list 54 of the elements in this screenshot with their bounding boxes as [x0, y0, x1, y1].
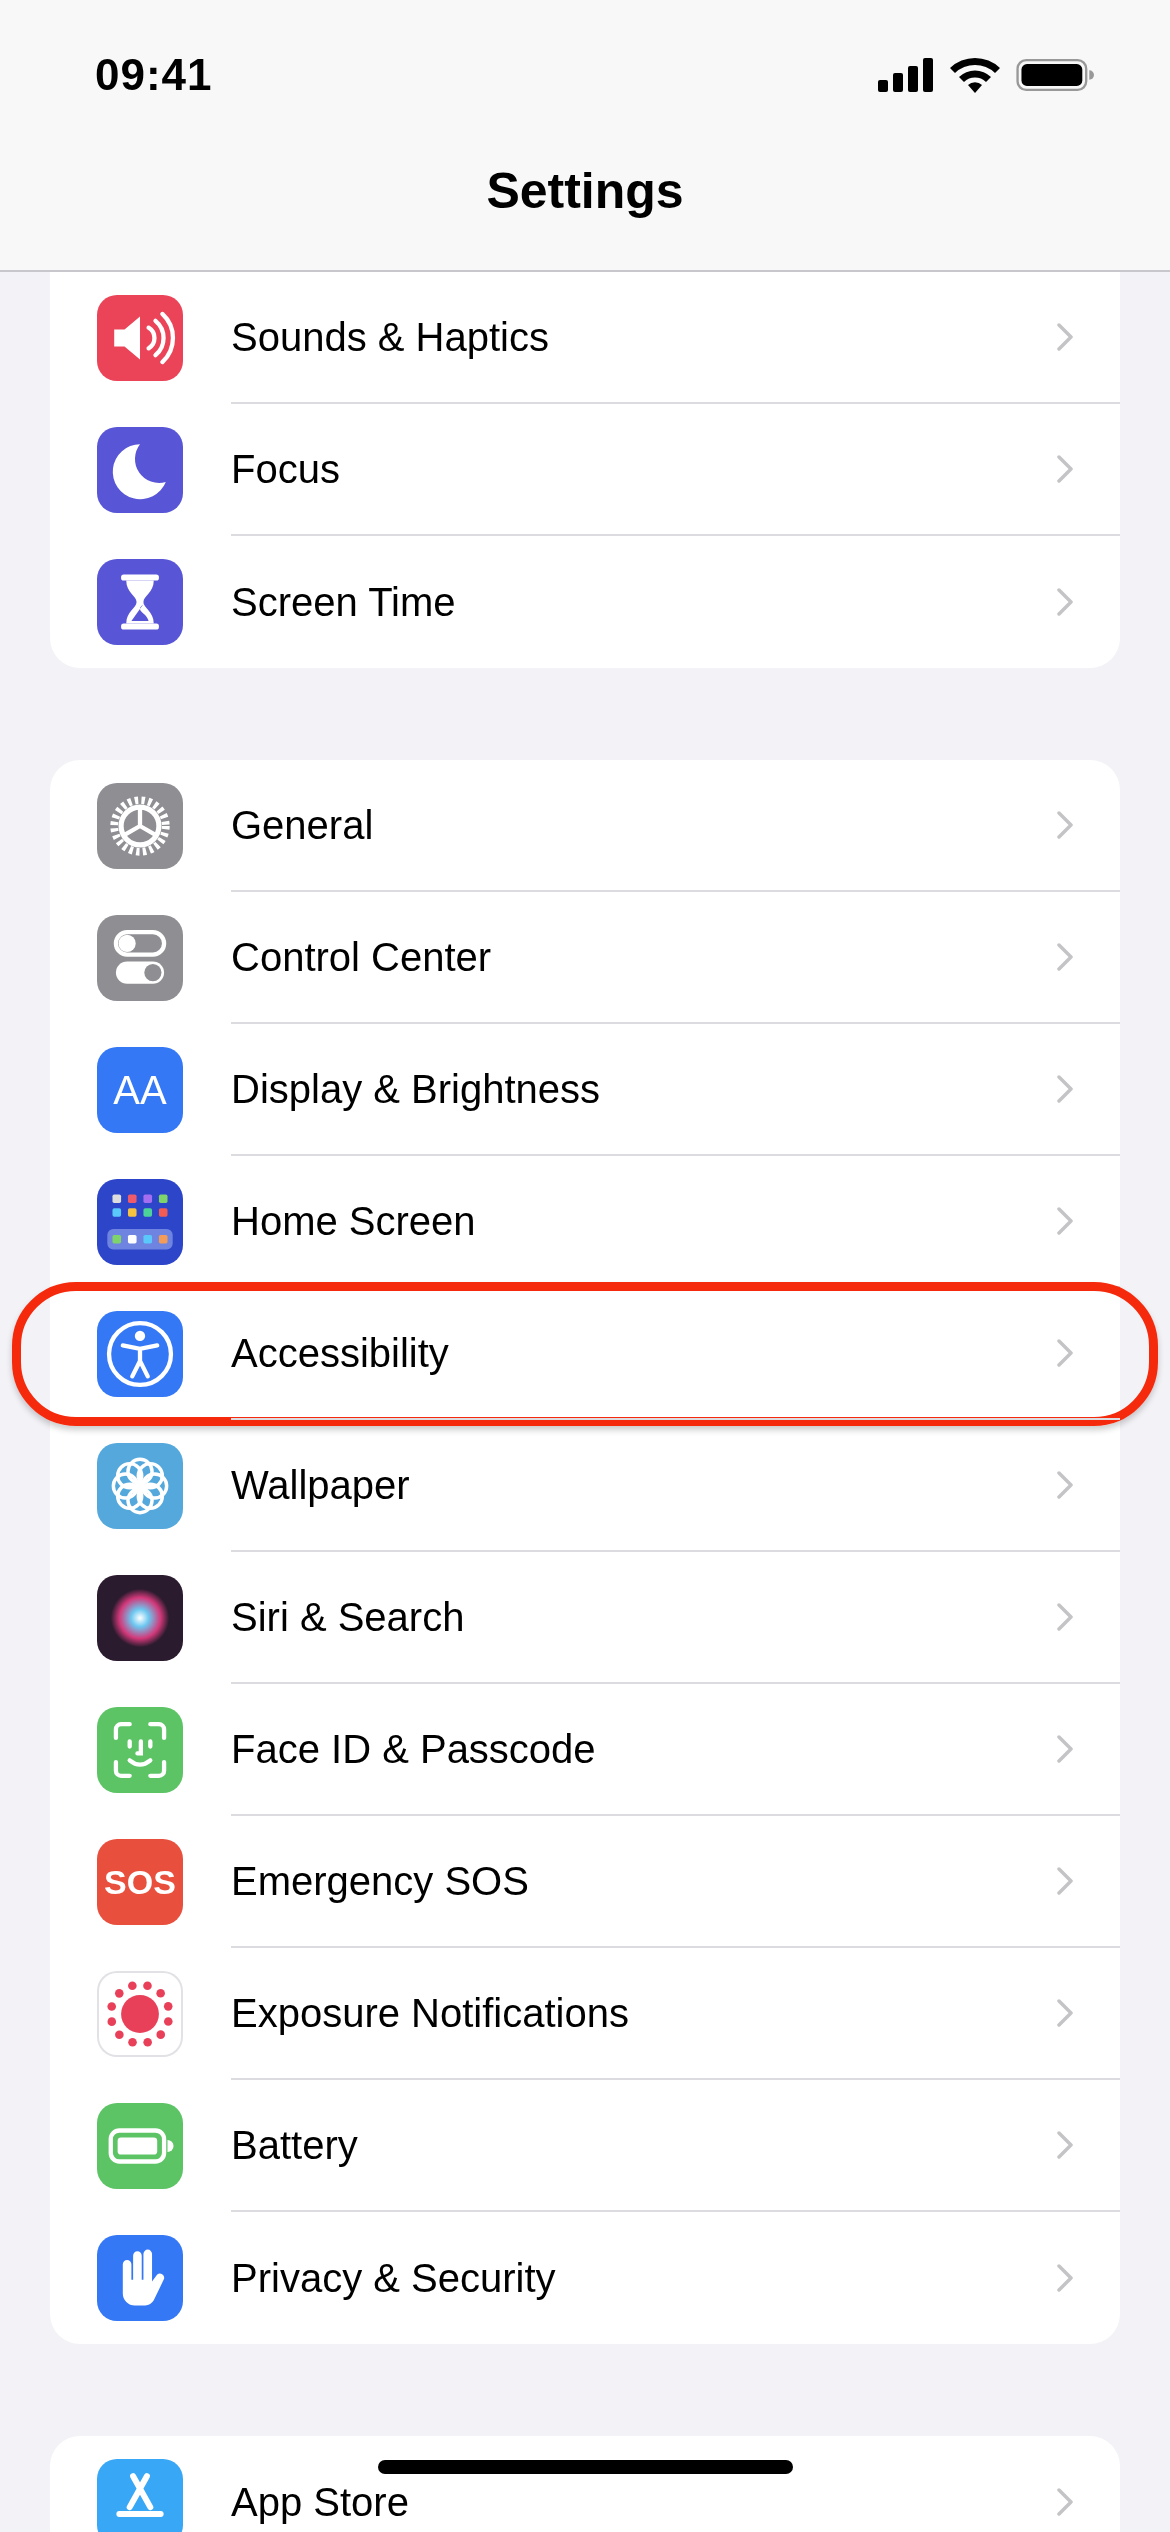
- settings-row[interactable]: Screen Time: [50, 536, 1120, 668]
- row-label: Emergency SOS: [231, 1858, 529, 1904]
- status-time: 09:41: [95, 50, 213, 100]
- row-label: Exposure Notifications: [231, 1990, 629, 2036]
- row-label: Battery: [231, 2122, 358, 2168]
- settings-row[interactable]: Accessibility: [50, 1288, 1120, 1420]
- row-label: Screen Time: [231, 579, 456, 625]
- chevron-icon: [1057, 588, 1073, 616]
- row-label: Privacy & Security: [231, 2255, 556, 2301]
- chevron-icon: [1057, 1207, 1073, 1235]
- row-label: Accessibility: [231, 1330, 449, 1376]
- row-label: Wallpaper: [231, 1462, 410, 1508]
- chevron-icon: [1057, 943, 1073, 971]
- row-label: General: [231, 802, 374, 848]
- settings-row[interactable]: General: [50, 760, 1120, 892]
- settings-row[interactable]: Privacy & Security: [50, 2212, 1120, 2344]
- settings-row[interactable]: SOS Emergency SOS: [50, 1816, 1120, 1948]
- settings-row[interactable]: Control Center: [50, 892, 1120, 1024]
- row-label: Home Screen: [231, 1198, 476, 1244]
- chevron-icon: [1057, 1867, 1073, 1895]
- row-label: Siri & Search: [231, 1594, 465, 1640]
- chevron-icon: [1057, 1471, 1073, 1499]
- row-label: Focus: [231, 446, 340, 492]
- signal-icon: [878, 58, 934, 92]
- page-title: Settings: [485, 162, 685, 220]
- settings-row[interactable]: Sounds & Haptics: [50, 272, 1120, 404]
- chevron-icon: [1057, 455, 1073, 483]
- chevron-icon: [1057, 2131, 1073, 2159]
- chevron-icon: [1057, 1075, 1073, 1103]
- chevron-icon: [1057, 323, 1073, 351]
- settings-row[interactable]: Face ID & Passcode: [50, 1684, 1120, 1816]
- row-label: Face ID & Passcode: [231, 1726, 596, 1772]
- chevron-icon: [1057, 1339, 1073, 1367]
- wifi-icon: [950, 57, 1000, 93]
- chevron-icon: [1057, 2264, 1073, 2292]
- row-label: Sounds & Haptics: [231, 314, 549, 360]
- settings-row[interactable]: Battery: [50, 2080, 1120, 2212]
- settings-row[interactable]: Home Screen: [50, 1156, 1120, 1288]
- chevron-icon: [1057, 1735, 1073, 1763]
- sos-icon: SOS: [97, 1839, 183, 1925]
- chevron-icon: [1057, 811, 1073, 839]
- chevron-icon: [1057, 1603, 1073, 1631]
- settings-row[interactable]: Focus: [50, 404, 1120, 536]
- row-label: App Store: [231, 2479, 409, 2525]
- chevron-icon: [1057, 2488, 1073, 2516]
- settings-row[interactable]: Exposure Notifications: [50, 1948, 1120, 2080]
- text-size-icon: AA: [97, 1047, 183, 1133]
- chevron-icon: [1057, 1999, 1073, 2027]
- settings-row[interactable]: Siri & Search: [50, 1552, 1120, 1684]
- battery-icon: [1016, 58, 1094, 92]
- settings-row[interactable]: AA Display & Brightness: [50, 1024, 1120, 1156]
- row-label: Display & Brightness: [231, 1066, 601, 1112]
- settings-row[interactable]: Wallpaper: [50, 1420, 1120, 1552]
- row-label: Control Center: [231, 934, 492, 980]
